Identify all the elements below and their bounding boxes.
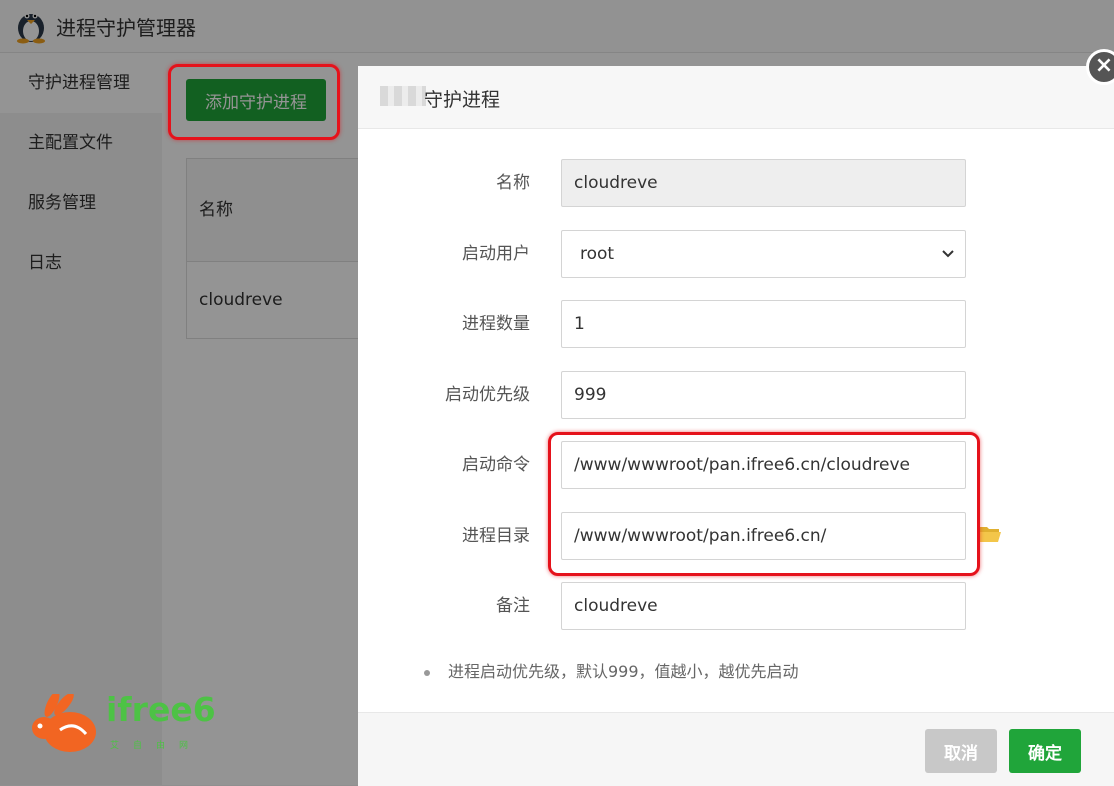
note-input[interactable]: cloudreve — [561, 582, 966, 630]
watermark: ifree6 艾自由网 — [30, 690, 220, 760]
row-priority: 启动优先级 999 — [358, 371, 1114, 419]
watermark-brand: ifree6 — [106, 690, 216, 729]
process-count-input[interactable]: 1 — [561, 300, 966, 348]
blurred-title-prefix — [380, 86, 426, 106]
priority-tip-text: 进程启动优先级，默认999，值越小，越优先启动 — [448, 662, 799, 681]
highlight-ring-add-button — [168, 64, 340, 140]
modal-header: 守护进程 — [358, 66, 1114, 129]
modal-title: 守护进程 — [424, 89, 501, 111]
chevron-down-icon — [942, 250, 954, 258]
field-label-dir: 进程目录 — [462, 526, 530, 546]
user-select-value: root — [580, 244, 615, 264]
add-daemon-modal: 守护进程 名称 cloudreve 启动用户 root 进程数量 1 启动优先级… — [358, 66, 1114, 786]
close-icon[interactable]: × — [1086, 49, 1114, 85]
bullet-icon — [424, 669, 430, 676]
priority-input[interactable]: 999 — [561, 371, 966, 419]
field-label-command: 启动命令 — [462, 455, 530, 475]
field-label-count: 进程数量 — [462, 314, 530, 334]
watermark-subtitle: 艾自由网 — [110, 741, 203, 751]
confirm-button[interactable]: 确定 — [1009, 729, 1081, 773]
user-select[interactable]: root — [561, 230, 966, 278]
field-label-priority: 启动优先级 — [445, 385, 530, 405]
highlight-ring-command-fields — [548, 432, 980, 576]
field-label-note: 备注 — [496, 596, 530, 616]
modal-footer: 取消 确定 — [358, 712, 1114, 786]
row-user: 启动用户 root — [358, 230, 1114, 278]
folder-open-icon[interactable] — [978, 524, 1002, 544]
field-label-name: 名称 — [496, 173, 530, 193]
row-count: 进程数量 1 — [358, 300, 1114, 348]
row-name: 名称 cloudreve — [358, 159, 1114, 207]
row-note: 备注 cloudreve — [358, 582, 1114, 630]
rabbit-logo-icon — [32, 694, 96, 752]
cancel-button[interactable]: 取消 — [925, 729, 997, 773]
name-field[interactable]: cloudreve — [561, 159, 966, 207]
field-label-user: 启动用户 — [462, 244, 530, 264]
priority-tip: 进程启动优先级，默认999，值越小，越优先启动 — [424, 658, 799, 682]
